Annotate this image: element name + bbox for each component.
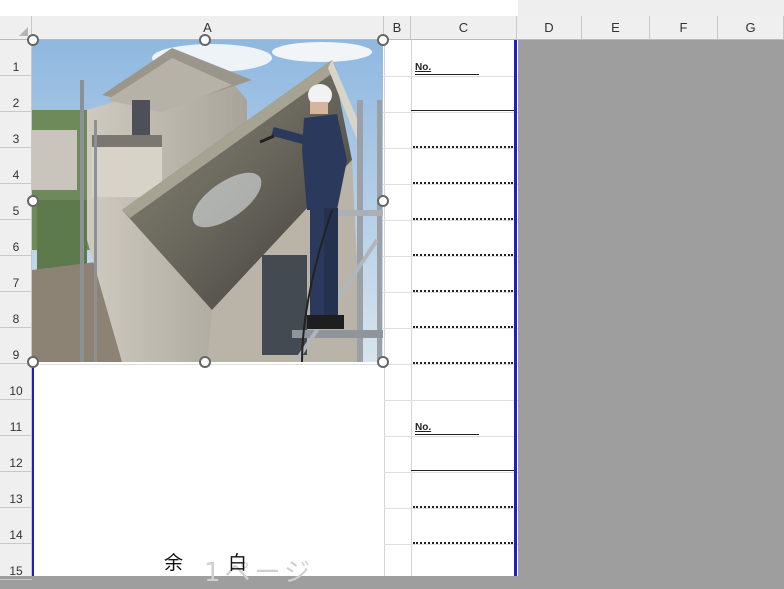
cell-c11-number-label[interactable]: No. xyxy=(415,422,479,435)
row-header-bar: 1 2 3 4 5 6 7 8 9 10 11 12 13 14 15 xyxy=(0,40,32,580)
row-header-6[interactable]: 6 xyxy=(0,220,32,256)
row-header-2[interactable]: 2 xyxy=(0,76,32,112)
row-header-10[interactable]: 10 xyxy=(0,364,32,400)
row-header-13[interactable]: 13 xyxy=(0,472,32,508)
resize-handle-top[interactable] xyxy=(199,34,211,46)
inserted-picture[interactable] xyxy=(32,40,383,362)
resize-handle-left[interactable] xyxy=(27,195,39,207)
yohaku-char-2: 白 xyxy=(228,552,248,574)
row-header-4[interactable]: 4 xyxy=(0,148,32,184)
row-header-1[interactable]: 1 xyxy=(0,40,32,76)
column-header-f[interactable]: F xyxy=(650,16,718,40)
row-header-15[interactable]: 15 xyxy=(0,544,32,580)
resize-handle-top-right[interactable] xyxy=(377,34,389,46)
select-all-triangle-icon xyxy=(19,27,28,36)
row-header-7[interactable]: 7 xyxy=(0,256,32,292)
house-roof-photo-icon xyxy=(32,40,383,362)
resize-handle-bottom-left[interactable] xyxy=(27,356,39,368)
gridline-row xyxy=(384,472,518,473)
cell-c3-dotted-line xyxy=(413,146,513,148)
formula-bar-edge-gray xyxy=(518,0,784,16)
cell-c13-dotted-line xyxy=(413,506,513,508)
column-header-bar: A B C D E F G xyxy=(0,0,784,40)
page-number-watermark: 1ページ xyxy=(204,558,315,588)
cell-c7-dotted-line xyxy=(413,290,513,292)
cell-c14-dotted-line xyxy=(413,542,513,544)
cell-c12-solid-underline xyxy=(411,470,514,471)
row-header-14[interactable]: 14 xyxy=(0,508,32,544)
resize-handle-bottom[interactable] xyxy=(199,356,211,368)
gridline-col-b-c xyxy=(411,40,412,576)
page-break-line-right xyxy=(514,40,517,576)
resize-handle-right[interactable] xyxy=(377,195,389,207)
row-header-12[interactable]: 12 xyxy=(0,436,32,472)
column-header-e[interactable]: E xyxy=(582,16,650,40)
gridline-row xyxy=(32,364,518,365)
cell-c9-dotted-line xyxy=(413,362,513,364)
row-header-11[interactable]: 11 xyxy=(0,400,32,436)
column-header-d[interactable]: D xyxy=(517,16,582,40)
column-header-g[interactable]: G xyxy=(718,16,784,40)
cell-c1-number-label[interactable]: No. xyxy=(415,62,479,75)
row-header-3[interactable]: 3 xyxy=(0,112,32,148)
resize-handle-bottom-right[interactable] xyxy=(377,356,389,368)
row-header-8[interactable]: 8 xyxy=(0,292,32,328)
gridline-row xyxy=(384,400,518,401)
column-header-c[interactable]: C xyxy=(411,16,517,40)
cell-c8-dotted-line xyxy=(413,326,513,328)
gridline-row xyxy=(384,508,518,509)
gridline-row xyxy=(384,436,518,437)
cell-c5-dotted-line xyxy=(413,218,513,220)
resize-handle-top-left[interactable] xyxy=(27,34,39,46)
gridline-col-a-b xyxy=(384,40,385,576)
gridline-row xyxy=(384,544,518,545)
cell-c2-solid-underline xyxy=(411,110,514,111)
cell-c4-dotted-line xyxy=(413,182,513,184)
yohaku-char-1: 余 xyxy=(164,552,184,574)
cell-c6-dotted-line xyxy=(413,254,513,256)
